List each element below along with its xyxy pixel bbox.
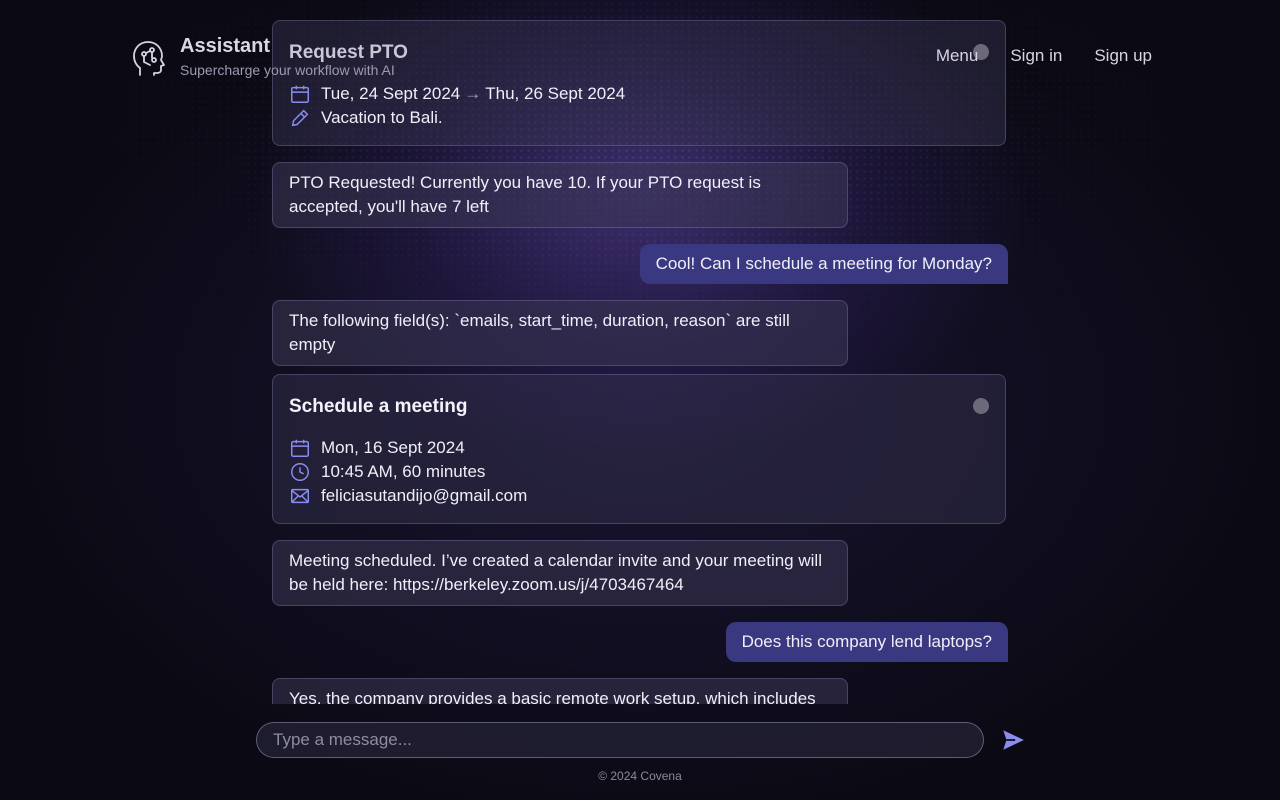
calendar-icon: [291, 439, 309, 457]
message-composer: [256, 722, 984, 758]
mail-icon: [291, 488, 309, 504]
meeting-email-row: feliciasutandijo@gmail.com: [289, 484, 527, 508]
user-message-schedule-meeting: Cool! Can I schedule a meeting for Monda…: [639, 244, 1008, 284]
chat-thread[interactable]: Request PTO Tue, 24 Sept 2024 → Thu, 26 Se…: [272, 0, 1008, 704]
date-range-arrow: →: [464, 84, 482, 103]
pto-start-date: Tue, 24 Sept 2024: [321, 84, 461, 103]
assistant-message-laptops-answer: Yes, the company provides a basic remote…: [272, 678, 848, 704]
sign-in-link[interactable]: Sign in: [1010, 44, 1062, 68]
meeting-email: feliciasutandijo@gmail.com: [321, 486, 528, 505]
pto-reason: Vacation to Bali.: [321, 108, 443, 127]
pencil-icon: [291, 109, 309, 127]
brain-head-icon: [133, 41, 165, 76]
assistant-message-meeting-scheduled: Meeting scheduled. I’ve created a calend…: [272, 540, 848, 606]
meeting-status-indicator: [973, 398, 989, 414]
schedule-meeting-card: Schedule a meeting Mon, 16 Sept 2024 10:…: [272, 374, 1006, 524]
pto-end-date: Thu, 26 Sept 2024: [485, 84, 626, 103]
meeting-date-row: Mon, 16 Sept 2024: [289, 436, 465, 460]
meeting-date: Mon, 16 Sept 2024: [321, 438, 465, 457]
pto-date-row: Tue, 24 Sept 2024 → Thu, 26 Sept 2024: [289, 82, 625, 106]
app-subtitle: Supercharge your workflow with AI: [180, 62, 395, 78]
menu-link[interactable]: Menu: [936, 44, 979, 68]
calendar-icon: [291, 85, 309, 103]
meeting-card-title: Schedule a meeting: [289, 396, 468, 417]
app-title: Assistant: [180, 35, 271, 57]
message-input[interactable]: [257, 730, 983, 750]
sign-up-link[interactable]: Sign up: [1094, 44, 1152, 68]
send-icon[interactable]: [1000, 727, 1026, 753]
assistant-message-pto-requested: PTO Requested! Currently you have 10. If…: [272, 162, 848, 228]
brand[interactable]: Assistant Supercharge your workflow with…: [130, 34, 395, 78]
assistant-message-fields-empty: The following field(s): `emails, start_t…: [272, 300, 848, 366]
clock-icon: [291, 463, 309, 481]
meeting-time: 10:45 AM, 60 minutes: [321, 462, 486, 481]
top-nav: Menu Sign in Sign up: [936, 44, 1152, 68]
footer-copyright: © 2024 Covena: [598, 769, 682, 783]
pto-reason-row: Vacation to Bali.: [289, 106, 443, 130]
meeting-time-row: 10:45 AM, 60 minutes: [289, 460, 485, 484]
user-message-lend-laptops: Does this company lend laptops?: [725, 622, 1008, 662]
